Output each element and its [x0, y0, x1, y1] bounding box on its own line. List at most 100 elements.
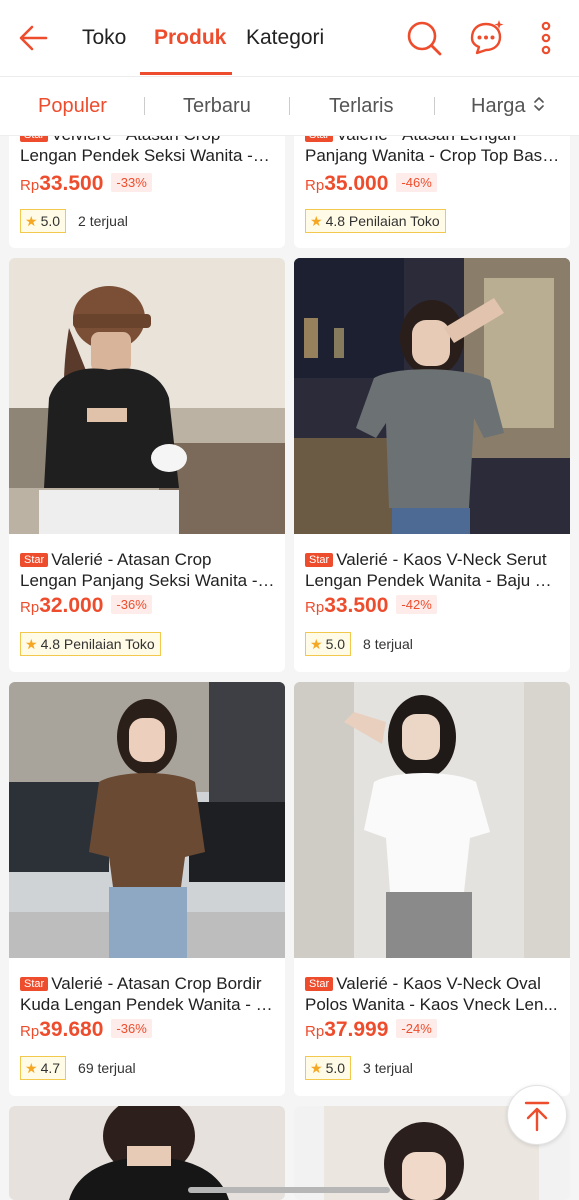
tab-produk[interactable]: Produk	[154, 26, 226, 50]
product-title-line: Polos Wanita - Kaos Vneck Len...	[305, 995, 558, 1014]
product-title-line: Valerié - Kaos V-Neck Serut	[336, 550, 547, 569]
rating-value: 4.8 Penilaian Toko	[325, 213, 440, 229]
rating-box: ★ 4.8 Penilaian Toko	[20, 632, 161, 656]
star-seller-badge: Star	[20, 553, 49, 567]
rating-value: 5.0	[40, 213, 61, 229]
price-row: Rp33.500 -42%	[305, 594, 437, 622]
sold-count: 3 terjual	[363, 1060, 413, 1076]
tab-kategori[interactable]: Kategori	[246, 26, 324, 50]
rating-row: ★ 4.7 69 terjual	[20, 1056, 136, 1080]
arrow-up-icon	[524, 1101, 550, 1132]
rating-row: ★ 5.0 8 terjual	[305, 632, 413, 656]
currency-symbol: Rp	[305, 177, 325, 194]
currency-symbol: Rp	[20, 177, 40, 194]
star-icon: ★	[310, 213, 323, 229]
star-seller-badge: Star	[20, 977, 49, 991]
scroll-to-top-button[interactable]	[507, 1085, 567, 1145]
product-price: 39.680	[39, 1018, 104, 1041]
product-image[interactable]	[9, 1106, 285, 1200]
star-seller-badge: Star	[305, 553, 334, 567]
rating-row: ★ 4.8 Penilaian Toko	[20, 632, 161, 656]
discount-badge: -36%	[111, 1019, 152, 1038]
discount-badge: -24%	[396, 1019, 437, 1038]
rating-row: ★ 4.8 Penilaian Toko	[305, 209, 446, 233]
rating-value: 4.7	[40, 1060, 61, 1076]
product-card[interactable]: Star Valerié - Kaos V-Neck Serut Lengan P…	[294, 258, 570, 672]
sold-count: 2 terjual	[78, 213, 128, 229]
star-icon: ★	[25, 636, 38, 652]
product-image[interactable]	[9, 258, 285, 534]
rating-value: 5.0	[325, 636, 346, 652]
star-icon: ★	[25, 1060, 38, 1076]
more-options-icon[interactable]	[526, 18, 566, 58]
rating-row: ★ 5.0 3 terjual	[305, 1056, 413, 1080]
rating-box: ★ 5.0	[305, 1056, 352, 1080]
rating-value: 4.8 Penilaian Toko	[40, 636, 155, 652]
product-card[interactable]: Star Valerié - Kaos V-Neck Oval Polos Wan…	[294, 682, 570, 1096]
product-grid: StarVelviere - Atasan Crop Lengan Pendek…	[0, 0, 579, 1200]
tab-toko[interactable]: Toko	[82, 26, 126, 50]
product-title-line: Lengan Pendek Seksi Wanita -C...	[20, 146, 275, 165]
product-price: 32.000	[39, 594, 104, 617]
search-icon[interactable]	[404, 18, 444, 58]
product-card[interactable]	[9, 1106, 285, 1200]
product-title-line: Valerié - Atasan Crop Bordir	[51, 974, 262, 993]
sort-harga[interactable]: Harga	[471, 95, 545, 117]
product-title-line: Panjang Wanita - Crop Top Basi...	[305, 146, 560, 165]
product-image[interactable]	[294, 682, 570, 958]
chat-icon[interactable]	[466, 18, 506, 58]
product-title: Star Valerié - Kaos V-Neck Serut Lengan P…	[305, 549, 560, 591]
rating-box: ★ 5.0	[20, 209, 67, 233]
back-arrow-icon[interactable]	[16, 20, 52, 56]
discount-badge: -36%	[111, 595, 152, 614]
discount-badge: -46%	[396, 173, 437, 192]
price-row: Rp33.500 -33%	[20, 172, 152, 200]
star-icon: ★	[310, 1060, 323, 1076]
sort-toggle-icon	[534, 97, 544, 111]
sort-terbaru[interactable]: Terbaru	[183, 95, 251, 117]
product-price: 33.500	[324, 594, 389, 617]
sold-count: 69 terjual	[78, 1060, 136, 1076]
star-seller-badge: Star	[305, 977, 334, 991]
product-title-line: Lengan Panjang Seksi Wanita - ...	[20, 571, 275, 590]
price-row: Rp39.680 -36%	[20, 1018, 152, 1046]
product-image[interactable]	[9, 682, 285, 958]
rating-box: ★ 4.7	[20, 1056, 67, 1080]
product-title-line: Lengan Pendek Wanita - Baju T-...	[305, 571, 560, 590]
product-price: 33.500	[39, 172, 104, 195]
product-card[interactable]: Star Valerié - Atasan Crop Lengan Panjang…	[9, 258, 285, 672]
rating-box: ★ 4.8 Penilaian Toko	[305, 209, 446, 233]
currency-symbol: Rp	[20, 599, 40, 616]
discount-badge: -33%	[111, 173, 152, 192]
product-title-line: Valerié - Atasan Crop	[51, 550, 212, 569]
home-indicator[interactable]	[188, 1187, 390, 1193]
star-icon: ★	[25, 213, 38, 229]
product-title-line: Valerié - Kaos V-Neck Oval	[336, 974, 541, 993]
sort-divider	[144, 97, 145, 115]
price-row: Rp35.000 -46%	[305, 172, 437, 200]
price-row: Rp32.000 -36%	[20, 594, 152, 622]
star-icon: ★	[310, 636, 323, 652]
active-tab-indicator	[140, 72, 232, 75]
product-title: Star Valerié - Atasan Crop Lengan Panjang…	[20, 549, 275, 591]
discount-badge: -42%	[396, 595, 437, 614]
sort-populer[interactable]: Populer	[38, 95, 107, 117]
rating-row: ★ 5.0 2 terjual	[20, 209, 128, 233]
price-row: Rp37.999 -24%	[305, 1018, 437, 1046]
product-title: Star Valerié - Atasan Crop Bordir Kuda Le…	[20, 973, 275, 1015]
sort-harga-label: Harga	[471, 95, 526, 117]
currency-symbol: Rp	[305, 599, 325, 616]
product-title: Star Valerié - Kaos V-Neck Oval Polos Wan…	[305, 973, 560, 1015]
sort-divider	[434, 97, 435, 115]
product-card[interactable]: Star Valerié - Atasan Crop Bordir Kuda Le…	[9, 682, 285, 1096]
sort-bar: Populer Terbaru Terlaris Harga	[0, 77, 579, 136]
currency-symbol: Rp	[20, 1023, 40, 1040]
rating-value: 5.0	[325, 1060, 346, 1076]
sort-divider	[289, 97, 290, 115]
currency-symbol: Rp	[305, 1023, 325, 1040]
top-navigation-bar: Toko Produk Kategori	[0, 0, 579, 77]
product-title-line: Kuda Lengan Pendek Wanita - K...	[20, 995, 275, 1014]
product-price: 37.999	[324, 1018, 389, 1041]
sort-terlaris[interactable]: Terlaris	[329, 95, 393, 117]
product-image[interactable]	[294, 258, 570, 534]
